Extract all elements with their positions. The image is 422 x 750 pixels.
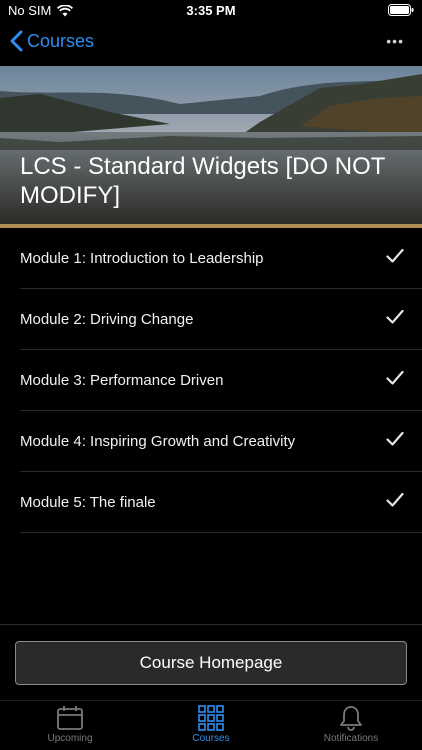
module-item-4[interactable]: Module 4: Inspiring Growth and Creativit… [0,411,422,472]
status-time: 3:35 PM [186,3,236,18]
module-label: Module 2: Driving Change [20,311,194,328]
chevron-left-icon [10,30,23,52]
tab-upcoming[interactable]: Upcoming [0,705,140,744]
course-homepage-button[interactable]: Course Homepage [15,641,407,685]
tab-bar: Upcoming Courses Notifications [0,700,422,750]
module-label: Module 1: Introduction to Leadership [20,250,264,267]
course-hero: LCS - Standard Widgets [DO NOT MODIFY] [0,66,422,224]
checkmark-icon [386,309,404,324]
checkmark-icon [386,431,404,446]
bell-icon [340,706,362,731]
checkmark-icon [386,492,404,507]
tab-label: Notifications [323,733,379,744]
module-label: Module 5: The finale [20,494,156,511]
tab-label: Courses [192,733,230,744]
nav-bar: Courses ••• [0,24,422,64]
module-label: Module 4: Inspiring Growth and Creativit… [20,433,296,450]
module-item-1[interactable]: Module 1: Introduction to Leadership [0,228,422,289]
module-label: Module 3: Performance Driven [20,372,224,389]
module-item-2[interactable]: Module 2: Driving Change [0,289,422,350]
status-bar: No SIM 3:35 PM [0,0,422,22]
calendar-icon [57,706,83,730]
battery-icon [388,4,414,16]
course-title: LCS - Standard Widgets [DO NOT MODIFY] [20,153,386,209]
module-item-5[interactable]: Module 5: The finale [0,472,422,533]
action-area: Course Homepage [0,624,422,700]
module-list: Module 1: Introduction to Leadership Mod… [0,228,422,533]
tab-label: Upcoming [47,733,93,744]
more-options-button[interactable]: ••• [386,33,404,49]
status-right [388,3,414,21]
back-button[interactable]: Courses [10,30,94,52]
module-item-3[interactable]: Module 3: Performance Driven [0,350,422,411]
grid-icon [198,705,224,731]
tab-notifications[interactable]: Notifications [281,705,421,744]
back-button-label: Courses [27,30,95,51]
checkmark-icon [386,248,404,263]
checkmark-icon [386,370,404,385]
tab-courses[interactable]: Courses [141,705,281,744]
